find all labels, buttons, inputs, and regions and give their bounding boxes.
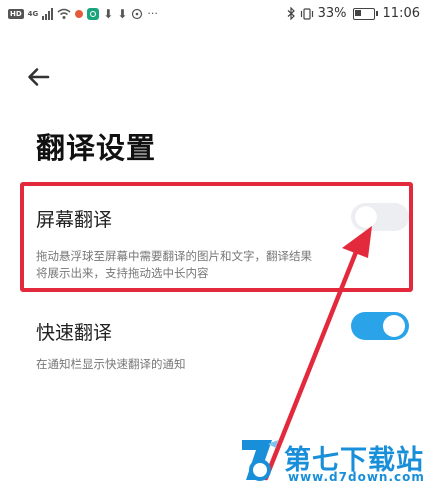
- setting-title-quick-translate: 快速翻译: [36, 322, 113, 344]
- network-type-label: 4G: [27, 9, 39, 18]
- battery-percent: 33%: [317, 6, 347, 21]
- download-icon: ⬇: [117, 6, 128, 21]
- more-indicator: ···: [147, 7, 158, 20]
- back-button[interactable]: [24, 63, 52, 91]
- quick-translate-toggle[interactable]: [351, 312, 409, 340]
- watermark: 第七下载站 www.d7down.com: [238, 436, 434, 486]
- app-icon: [75, 9, 84, 18]
- wifi-icon: [57, 8, 71, 19]
- highlight-box: [20, 182, 413, 292]
- download-icon: ⬇: [103, 6, 114, 21]
- signal-icon: [42, 7, 54, 20]
- vibrate-icon: [300, 7, 313, 20]
- arrow-left-icon: [28, 68, 50, 86]
- setting-desc-quick-translate: 在通知栏显示快速翻译的通知: [36, 357, 186, 371]
- status-bar-left: HD 4G ⬇ ⬇ ···: [8, 7, 158, 20]
- status-bar-right: 33% 11:06: [287, 6, 420, 21]
- status-bar: HD 4G ⬇ ⬇ ··· 33% 11:06: [0, 0, 434, 30]
- app-icon: [87, 7, 100, 20]
- hd-icon: HD: [8, 8, 24, 19]
- watermark-logo-icon: [242, 440, 278, 481]
- page-title: 翻译设置: [36, 131, 157, 165]
- watermark-url: www.d7down.com: [288, 470, 425, 484]
- circle-icon: [132, 8, 143, 19]
- toggle-knob: [383, 315, 405, 337]
- clock: 11:06: [382, 6, 420, 21]
- battery-icon: [352, 7, 378, 20]
- bluetooth-icon: [287, 7, 295, 20]
